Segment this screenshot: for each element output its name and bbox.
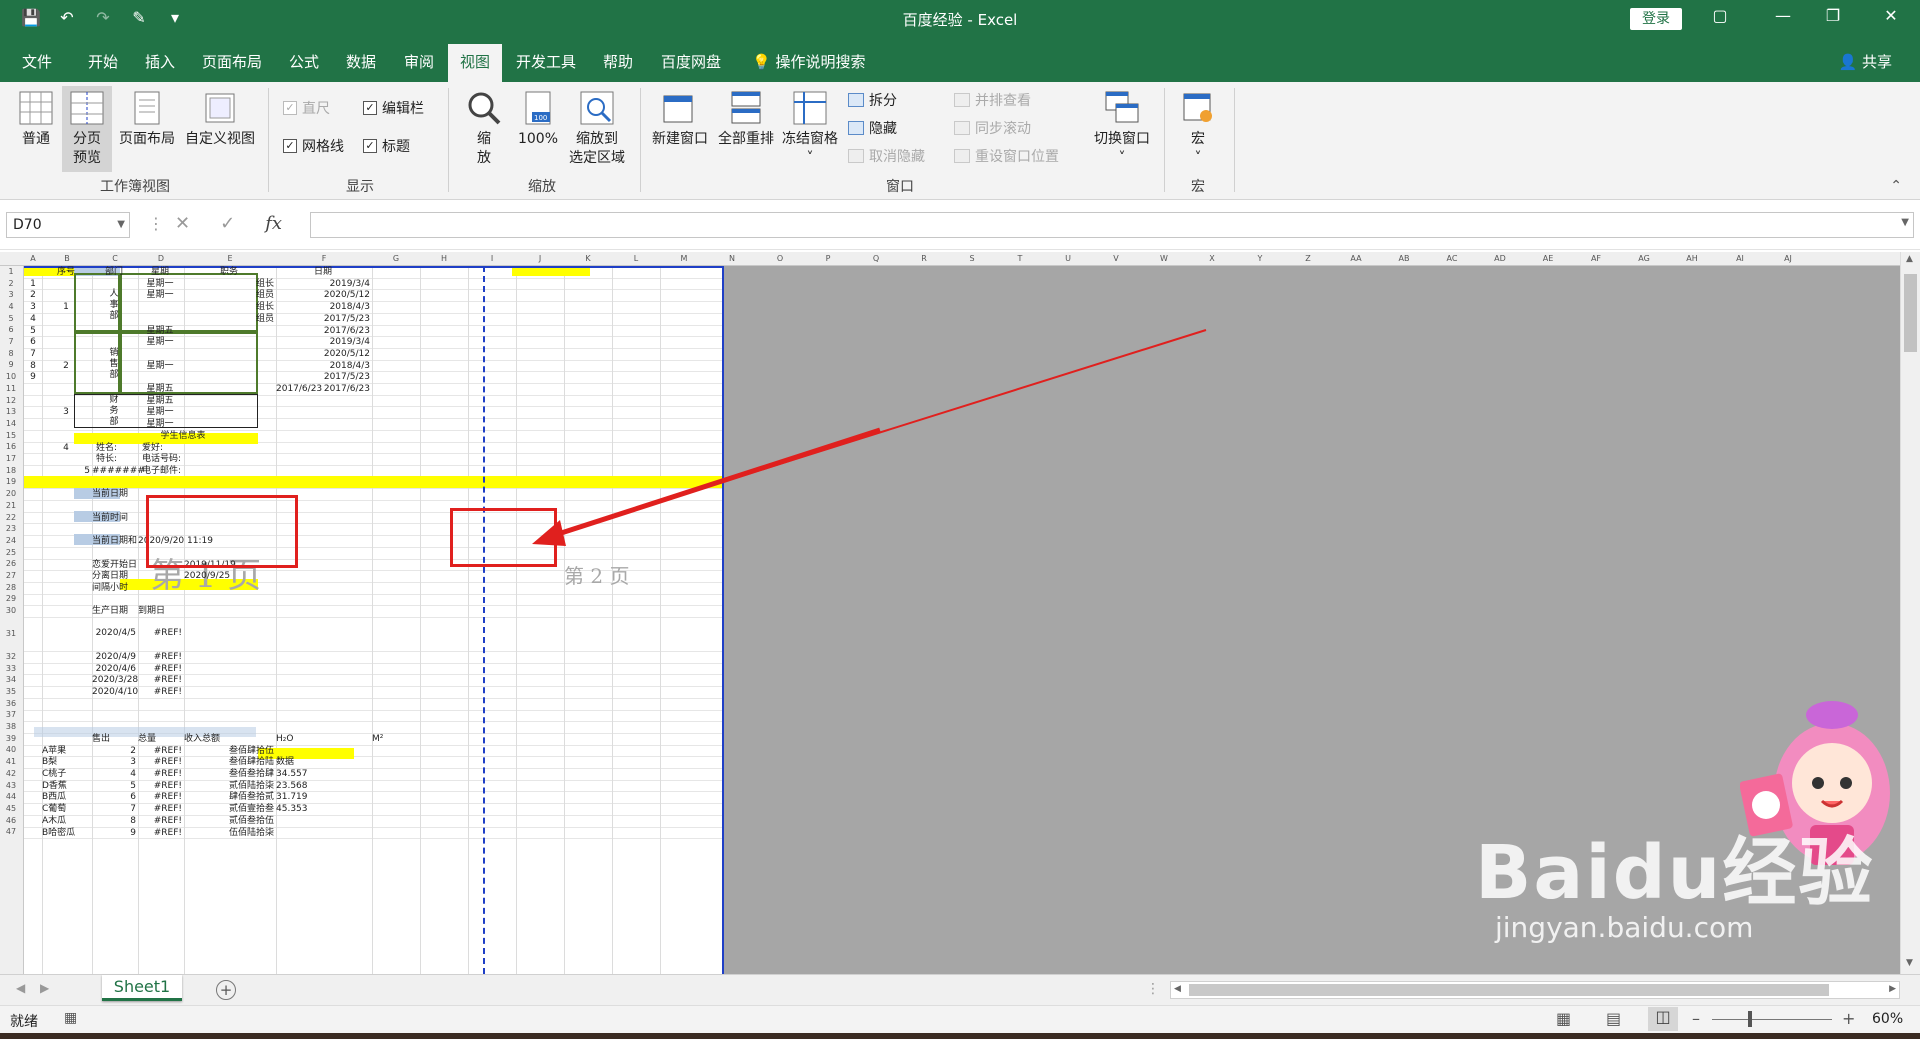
horizontal-scroll-thumb[interactable] [1189, 984, 1829, 996]
scroll-right-icon[interactable]: ▶ [1889, 984, 1896, 994]
page-break-status-icon[interactable]: ◫ [1648, 1007, 1678, 1031]
vertical-scrollbar[interactable]: ▲ ▼ [1900, 252, 1920, 974]
status-ready: 就绪 [10, 1014, 38, 1030]
scroll-down-icon[interactable]: ▼ [1906, 958, 1913, 968]
more-options-icon: ⋮ [1146, 981, 1160, 997]
arrow-head [532, 520, 566, 546]
arrow-thick-line [554, 427, 881, 538]
vertical-scroll-thumb[interactable] [1904, 274, 1917, 352]
normal-view-status-icon[interactable]: ▦ [1556, 1009, 1571, 1028]
page-layout-status-icon[interactable]: ▤ [1606, 1009, 1621, 1028]
zoom-slider[interactable] [1712, 1019, 1832, 1020]
watermark-brand: Baidu经验 [1475, 830, 1875, 916]
zoom-out-icon[interactable]: – [1692, 1009, 1700, 1028]
zoom-level[interactable]: 60% [1872, 1011, 1903, 1027]
taskbar-edge [0, 1033, 1920, 1039]
add-sheet-icon[interactable]: + [216, 980, 236, 1000]
horizontal-scrollbar[interactable]: ◀ ▶ [1170, 981, 1900, 999]
tab-scroll-left-icon[interactable]: ◀ [16, 981, 25, 995]
sheet-tab-sheet1[interactable]: Sheet1 [102, 975, 182, 1001]
status-bar: 就绪 ▦ ▦ ▤ ◫ – + 60% [0, 1005, 1920, 1033]
zoom-slider-thumb[interactable] [1748, 1011, 1752, 1027]
macro-record-icon[interactable]: ▦ [64, 1010, 77, 1026]
scroll-up-icon[interactable]: ▲ [1906, 254, 1913, 264]
scroll-left-icon[interactable]: ◀ [1174, 984, 1181, 994]
zoom-in-icon[interactable]: + [1842, 1009, 1855, 1028]
baidu-jingyan-watermark: Baidu经验 jingyan.baidu.com [1475, 835, 1874, 944]
tab-scroll-right-icon[interactable]: ▶ [40, 981, 49, 995]
